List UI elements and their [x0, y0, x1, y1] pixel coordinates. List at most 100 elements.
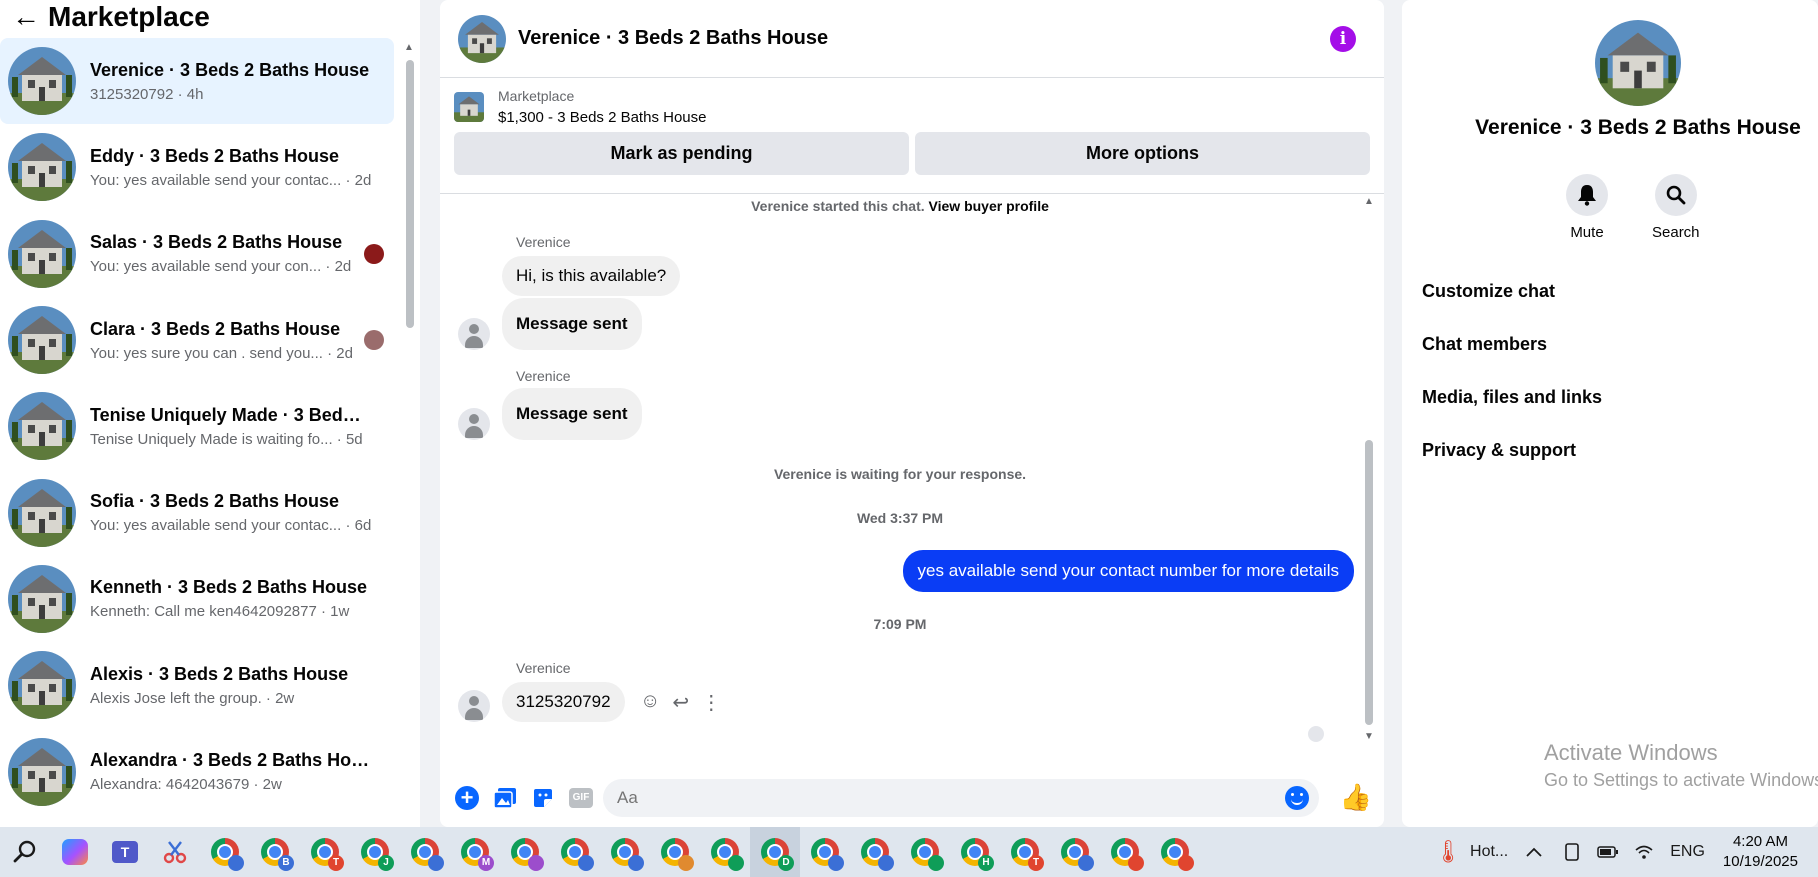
gif-icon[interactable]: GIF: [567, 784, 595, 812]
add-icon[interactable]: +: [453, 784, 481, 812]
scroll-down-icon[interactable]: ▼: [1364, 731, 1374, 742]
profile-badge: [728, 855, 744, 871]
listing-thumbnail[interactable]: [454, 92, 484, 122]
conversation-avatar: [8, 133, 76, 202]
copilot-icon[interactable]: [50, 827, 100, 877]
sender-avatar[interactable]: [458, 408, 490, 440]
conversation-item[interactable]: Tenise Uniquely Made · 3 Beds 2... Tenise…: [0, 383, 394, 469]
chrome-icon[interactable]: [1150, 827, 1200, 877]
menu-privacy-support[interactable]: Privacy & support: [1422, 431, 1602, 484]
chrome-icon[interactable]: D: [750, 827, 800, 877]
seen-avatar: [364, 243, 384, 264]
chrome-icon[interactable]: [800, 827, 850, 877]
device-icon[interactable]: [1554, 827, 1590, 877]
conversation-item[interactable]: Sofia · 3 Beds 2 Baths House You: yes ava…: [0, 469, 394, 555]
weather-text: Hot...: [1470, 843, 1509, 860]
chrome-icon[interactable]: H: [950, 827, 1000, 877]
scroll-thumb[interactable]: [406, 60, 414, 328]
conversation-preview: Kenneth: Call me ken4642092877 · 1w: [90, 603, 350, 621]
scroll-up-icon[interactable]: ▲: [1364, 196, 1374, 207]
incoming-message[interactable]: 3125320792: [502, 682, 625, 722]
chrome-icon[interactable]: [550, 827, 600, 877]
more-options-button[interactable]: More options: [915, 132, 1370, 175]
menu-customize-chat[interactable]: Customize chat: [1422, 272, 1602, 325]
conversation-list: Verenice · 3 Beds 2 Baths House 312532079…: [0, 38, 400, 815]
chat-scrollbar[interactable]: ▲ ▼: [1362, 196, 1376, 744]
conversation-item[interactable]: Clara · 3 Beds 2 Baths House You: yes sur…: [0, 297, 394, 383]
snipping-tool-icon[interactable]: [150, 827, 200, 877]
conversation-preview: 3125320792 · 4h: [90, 85, 204, 103]
more-icon[interactable]: ⋮: [701, 690, 721, 715]
menu-media-files-links[interactable]: Media, files and links: [1422, 378, 1602, 431]
sender-avatar[interactable]: [458, 318, 490, 350]
chrome-icon[interactable]: [850, 827, 900, 877]
timestamp: Wed 3:37 PM: [856, 510, 944, 526]
conversation-item[interactable]: Alexis · 3 Beds 2 Baths House Alexis Jose…: [0, 642, 394, 728]
chat-title: Verenice · 3 Beds 2 Baths House: [518, 27, 829, 49]
weather-widget[interactable]: 🌡 Hot...: [1428, 827, 1514, 877]
like-icon[interactable]: 👍: [1340, 782, 1372, 813]
scroll-thumb[interactable]: [1365, 440, 1373, 725]
outgoing-message[interactable]: yes available send your contact number f…: [902, 550, 1354, 592]
chrome-icon[interactable]: [400, 827, 450, 877]
sidebar-scrollbar[interactable]: ▲: [403, 40, 417, 820]
chrome-icon[interactable]: [900, 827, 950, 877]
chrome-icon[interactable]: [200, 827, 250, 877]
chrome-icon[interactable]: [1100, 827, 1150, 877]
message-input-box[interactable]: [603, 779, 1319, 817]
chrome-icon[interactable]: [500, 827, 550, 877]
sender-name: Verenice: [516, 234, 571, 250]
profile-badge: [878, 855, 894, 871]
view-buyer-profile-link[interactable]: View buyer profile: [929, 198, 1049, 214]
clock[interactable]: 4:20 AM 10/19/2025: [1723, 832, 1798, 872]
menu-chat-members[interactable]: Chat members: [1422, 325, 1602, 378]
search-button[interactable]: Search: [1652, 174, 1700, 241]
conversation-sidebar: ← Marketplace Verenice · 3 Beds 2 Baths …: [0, 0, 420, 827]
incoming-message[interactable]: Message sent: [502, 388, 642, 440]
language-indicator[interactable]: ENG: [1670, 843, 1705, 861]
chrome-icon[interactable]: [1050, 827, 1100, 877]
battery-icon[interactable]: [1590, 827, 1626, 877]
react-icon[interactable]: ☺: [640, 690, 660, 715]
back-arrow-icon[interactable]: ←: [12, 1, 48, 33]
chrome-icon[interactable]: J: [350, 827, 400, 877]
info-icon[interactable]: i: [1330, 26, 1356, 52]
scroll-up-icon[interactable]: ▲: [404, 42, 414, 53]
reply-icon[interactable]: ↩: [672, 690, 689, 715]
mute-label: Mute: [1570, 224, 1604, 241]
chrome-icon[interactable]: M: [450, 827, 500, 877]
wifi-icon[interactable]: [1626, 827, 1662, 877]
conversation-item[interactable]: Alexandra · 3 Beds 2 Baths House Alexandr…: [0, 728, 394, 814]
emoji-icon[interactable]: [1285, 786, 1309, 810]
conversation-item[interactable]: Kenneth · 3 Beds 2 Baths House Kenneth: C…: [0, 556, 394, 642]
mark-pending-button[interactable]: Mark as pending: [454, 132, 909, 175]
chrome-icon[interactable]: T: [300, 827, 350, 877]
search-icon[interactable]: [0, 827, 50, 877]
conversation-item[interactable]: Eddy · 3 Beds 2 Baths House You: yes avai…: [0, 124, 394, 210]
chrome-icon[interactable]: [650, 827, 700, 877]
chrome-icon[interactable]: T: [1000, 827, 1050, 877]
teams-icon[interactable]: T: [100, 827, 150, 877]
chat-avatar[interactable]: [458, 14, 506, 63]
chrome-icon[interactable]: [600, 827, 650, 877]
conversation-item[interactable]: Verenice · 3 Beds 2 Baths House 312532079…: [0, 38, 394, 125]
sticker-icon[interactable]: [529, 784, 557, 812]
chrome-icon[interactable]: B: [250, 827, 300, 877]
incoming-message[interactable]: Hi, is this available?: [502, 256, 681, 296]
photo-icon[interactable]: [491, 784, 519, 812]
profile-badge: [928, 855, 944, 871]
incoming-message[interactable]: Message sent: [502, 298, 642, 350]
conversation-avatar: [8, 47, 76, 116]
conversation-name: Clara · 3 Beds 2 Baths House: [90, 318, 341, 339]
chevron-up-icon[interactable]: [1514, 827, 1554, 877]
timestamp: 7:09 PM: [873, 616, 927, 632]
conversation-item[interactable]: Salas · 3 Beds 2 Baths House You: yes ava…: [0, 211, 394, 297]
message-input[interactable]: [603, 779, 1243, 817]
profile-badge: M: [478, 855, 494, 871]
sender-avatar[interactable]: [458, 690, 490, 722]
chat-header: Verenice · 3 Beds 2 Baths House i: [440, 0, 1384, 78]
mute-button[interactable]: Mute: [1566, 174, 1608, 241]
chrome-icon[interactable]: [700, 827, 750, 877]
profile-avatar[interactable]: [1595, 20, 1681, 106]
listing-price[interactable]: $1,300 - 3 Beds 2 Baths House: [498, 109, 706, 126]
